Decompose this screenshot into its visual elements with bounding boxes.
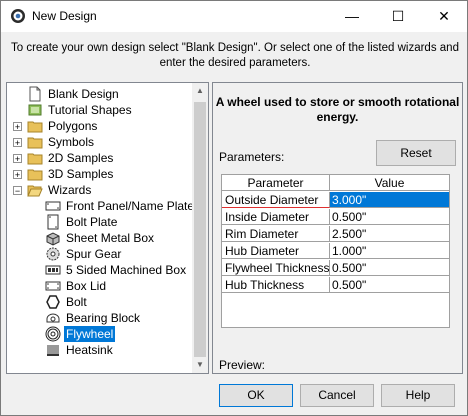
parameter-row[interactable]: Outside Diameter 3.000" <box>222 192 449 209</box>
reset-button[interactable]: Reset <box>376 140 456 166</box>
tree-item-label: Front Panel/Name Plate/ <box>66 199 198 213</box>
tree-item-label: 3D Samples <box>48 167 114 181</box>
parameter-row[interactable]: Rim Diameter 2.500" <box>222 226 449 243</box>
blank-page-icon <box>29 86 41 102</box>
bearing-block-icon <box>46 313 60 323</box>
expand-icon[interactable]: + <box>13 170 22 180</box>
parameter-name: Rim Diameter <box>222 226 330 242</box>
tree-item[interactable]: Bolt <box>7 294 192 310</box>
tree-item-label: Sheet Metal Box <box>66 231 155 245</box>
flywheel-icon <box>45 326 61 342</box>
tree-item-label: Heatsink <box>66 343 113 357</box>
tree-item[interactable]: Bolt Plate <box>7 214 192 230</box>
expand-icon[interactable]: + <box>13 154 22 164</box>
scroll-thumb[interactable] <box>194 102 206 357</box>
front-panel-icon <box>45 201 61 211</box>
parameter-value[interactable]: 0.500" <box>330 277 449 293</box>
parameter-name: Outside Diameter <box>222 192 330 208</box>
parameter-column-header: Parameter <box>222 175 330 191</box>
tree-item-label: Tutorial Shapes <box>48 103 132 117</box>
tree-item[interactable]: Flywheel <box>7 326 192 342</box>
tree-item-label: Flywheel <box>64 326 116 342</box>
tree-item-label: Blank Design <box>48 87 119 101</box>
expand-icon[interactable]: + <box>13 138 22 148</box>
tree-item-label: Wizards <box>48 183 92 197</box>
hexagon-bolt-icon <box>46 295 60 309</box>
folder-icon <box>27 169 43 181</box>
collapse-icon[interactable]: − <box>13 186 22 196</box>
machined-box-icon <box>45 265 61 275</box>
tree-item[interactable]: Heatsink <box>7 342 192 358</box>
ok-button[interactable]: OK <box>219 384 293 407</box>
open-folder-icon <box>27 185 43 197</box>
tutorial-book-icon <box>28 104 42 116</box>
parameter-row[interactable]: Hub Diameter 1.000" <box>222 243 449 260</box>
expand-icon[interactable]: + <box>13 122 22 132</box>
parameter-name: Flywheel Thickness <box>222 260 330 276</box>
tree-item[interactable]: + Symbols <box>7 134 192 150</box>
tree-item[interactable]: + Polygons <box>7 118 192 134</box>
parameter-value[interactable]: 2.500" <box>330 226 449 242</box>
tree-item[interactable]: +3D Samples <box>7 166 192 182</box>
tree-item[interactable]: +2D Samples <box>7 150 192 166</box>
bolt-plate-icon <box>47 214 59 230</box>
tree-item[interactable]: Box Lid <box>7 278 192 294</box>
tree-item-label: Bolt <box>66 295 87 309</box>
tree-item-label: Bolt Plate <box>66 215 118 229</box>
new-design-dialog: New Design — ☐ ✕ To create your own desi… <box>0 0 468 416</box>
parameter-value[interactable]: 0.500" <box>330 209 449 225</box>
folder-icon <box>27 121 43 133</box>
cancel-button[interactable]: Cancel <box>300 384 374 407</box>
preview-label: Preview: <box>219 358 266 372</box>
folder-icon <box>27 137 43 149</box>
tree-item[interactable]: − Wizards <box>7 182 192 198</box>
maximize-button[interactable]: ☐ <box>375 1 421 32</box>
value-column-header: Value <box>330 175 449 191</box>
parameter-name: Inside Diameter <box>222 209 330 225</box>
parameter-value[interactable]: 1.000" <box>330 243 449 259</box>
instructions-text: To create your own design select "Blank … <box>11 42 459 69</box>
help-button[interactable]: Help <box>381 384 455 407</box>
sheet-metal-box-icon <box>46 232 60 246</box>
design-tree[interactable]: Blank Design Tutorial Shapes + Polygons + Sym… <box>6 82 209 374</box>
heatsink-icon <box>47 345 59 356</box>
tree-item[interactable]: 5 Sided Machined Box <box>7 262 192 278</box>
tree-item[interactable]: Tutorial Shapes <box>7 102 192 118</box>
title-bar: New Design — ☐ ✕ <box>1 1 467 32</box>
parameter-name: Hub Diameter <box>222 243 330 259</box>
scroll-up-icon[interactable]: ▲ <box>192 83 208 99</box>
parameter-row[interactable]: Hub Thickness 0.500" <box>222 277 449 294</box>
parameter-row[interactable]: Inside Diameter 0.500" <box>222 209 449 226</box>
tree-item-label: 5 Sided Machined Box <box>66 263 187 277</box>
tree-item-label: Polygons <box>48 119 98 133</box>
parameter-name: Hub Thickness <box>222 277 330 293</box>
tree-item-label: Spur Gear <box>66 247 122 261</box>
tree-item[interactable]: Blank Design <box>7 86 192 102</box>
grid-header-row: Parameter Value <box>222 175 449 192</box>
parameter-value[interactable]: 0.500" <box>330 260 449 276</box>
tree-item-label: Symbols <box>48 135 95 149</box>
tree-item[interactable]: Front Panel/Name Plate/ <box>7 198 197 214</box>
wizard-description: A wheel used to store or smooth rotation… <box>215 95 460 124</box>
tree-item[interactable]: Spur Gear <box>7 246 192 262</box>
app-icon <box>11 9 25 23</box>
tree-item-label: Box Lid <box>66 279 107 293</box>
tree-item[interactable]: Sheet Metal Box <box>7 230 192 246</box>
box-lid-icon <box>45 281 61 291</box>
scroll-down-icon[interactable]: ▼ <box>192 357 208 373</box>
parameters-label: Parameters: <box>219 150 285 164</box>
minimize-button[interactable]: — <box>329 1 375 32</box>
folder-icon <box>27 153 43 165</box>
wizard-details-panel: A wheel used to store or smooth rotation… <box>212 82 463 374</box>
parameter-value[interactable]: 3.000" <box>330 192 449 208</box>
window-title: New Design <box>32 9 97 23</box>
close-button[interactable]: ✕ <box>421 1 467 32</box>
tree-item-label: Bearing Block <box>66 311 141 325</box>
parameter-row[interactable]: Flywheel Thickness 0.500" <box>222 260 449 277</box>
tree-item[interactable]: Bearing Block <box>7 310 192 326</box>
parameters-grid[interactable]: Parameter Value Outside Diameter 3.000" In… <box>221 174 450 328</box>
gear-icon <box>46 247 60 261</box>
tree-scrollbar[interactable]: ▲ ▼ <box>192 83 208 373</box>
tree-item-label: 2D Samples <box>48 151 114 165</box>
